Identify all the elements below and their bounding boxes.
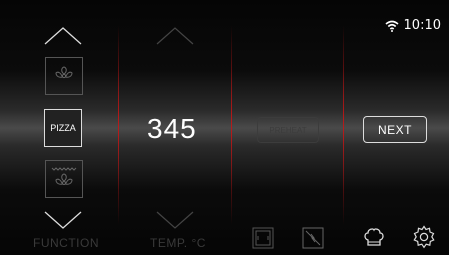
pizza-label: PIZZA	[50, 123, 76, 133]
recipes-button[interactable]	[362, 225, 386, 253]
function-option-pizza[interactable]: PIZZA	[44, 109, 82, 147]
temp-up-button[interactable]	[156, 27, 194, 45]
preheat-button[interactable]: PREHEAT	[257, 117, 319, 143]
oven-control-screen: 10:10 PIZZA FUNCTION 345 TEMP. °C PREHEA…	[0, 0, 449, 255]
preheat-button-label: PREHEAT	[269, 125, 307, 135]
no-light-icon	[302, 227, 324, 249]
chef-hat-icon	[364, 228, 384, 246]
column-divider	[231, 25, 232, 225]
next-button-label: NEXT	[377, 122, 412, 137]
status-bar: 10:10	[385, 18, 441, 33]
temp-down-button[interactable]	[156, 211, 194, 229]
function-option-grill-fan[interactable]	[45, 160, 83, 198]
clock-time: 10:10	[403, 18, 441, 33]
function-up-button[interactable]	[44, 27, 82, 45]
chevron-up-icon	[156, 27, 194, 45]
chevron-down-icon	[44, 211, 82, 229]
fan-icon	[55, 66, 73, 79]
chevron-up-icon	[44, 27, 82, 45]
gear-icon	[413, 225, 435, 249]
settings-button[interactable]	[412, 225, 436, 253]
column-divider	[118, 25, 119, 225]
frame-icon	[252, 227, 274, 249]
frame-button[interactable]	[252, 227, 274, 253]
next-button[interactable]: NEXT	[363, 116, 427, 143]
wifi-icon	[385, 20, 399, 32]
temperature-value[interactable]: 345	[147, 113, 197, 145]
temp-label: TEMP. °C	[150, 236, 206, 250]
light-off-button[interactable]	[302, 227, 324, 253]
chevron-down-icon	[156, 211, 194, 229]
grill-fan-icon	[51, 167, 77, 185]
column-divider	[343, 25, 344, 225]
function-down-button[interactable]	[44, 211, 82, 229]
function-label: FUNCTION	[33, 236, 99, 250]
function-option-fan[interactable]	[45, 57, 83, 95]
